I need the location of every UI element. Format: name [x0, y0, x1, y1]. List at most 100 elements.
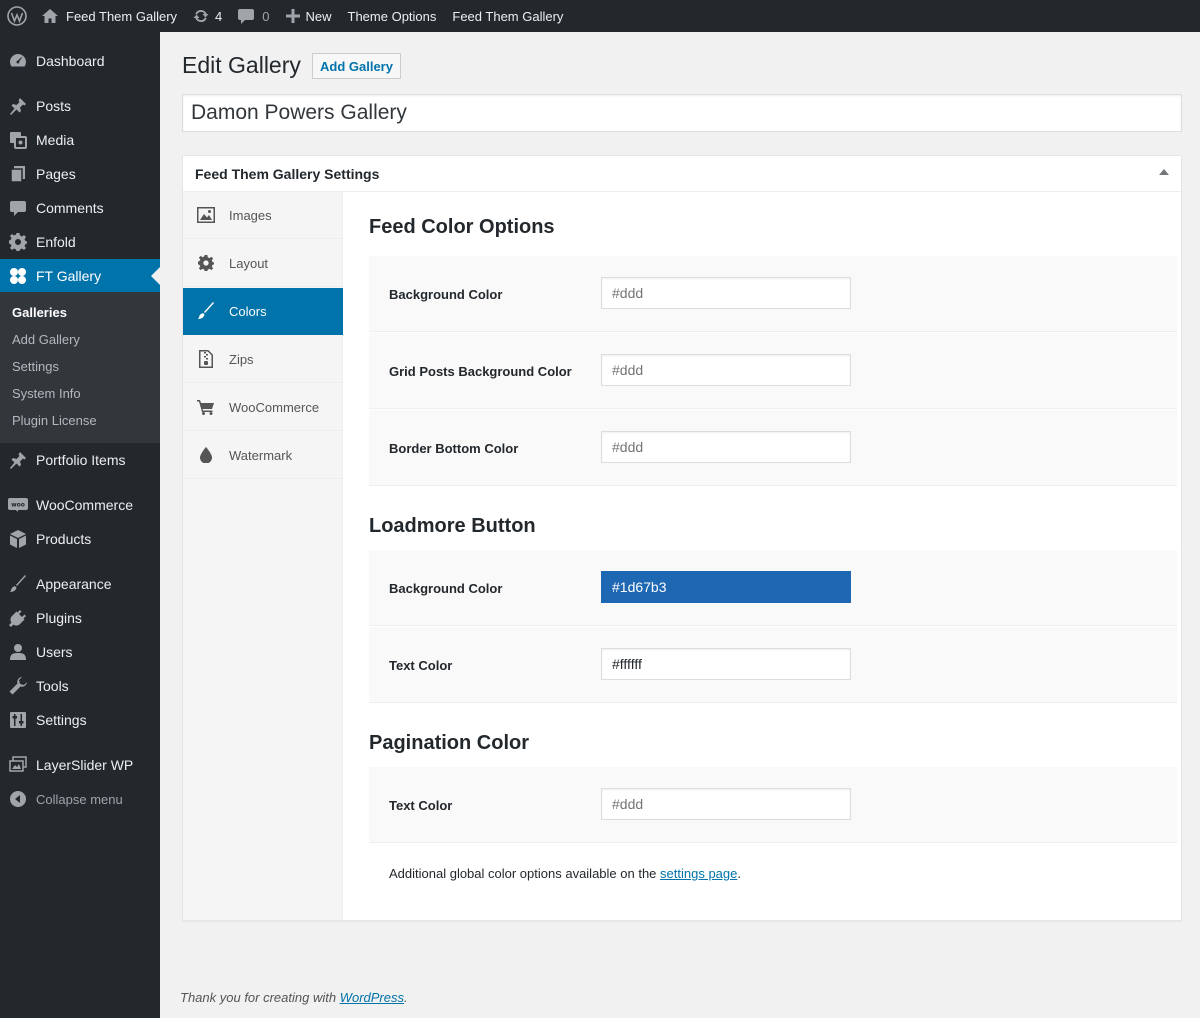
comment-bubble-icon	[238, 8, 255, 24]
collapse-label: Collapse menu	[36, 791, 123, 807]
drop-icon	[183, 447, 229, 463]
tab-label: Colors	[229, 303, 267, 319]
submenu-add-gallery[interactable]: Add Gallery	[12, 332, 80, 347]
setting-label: Background Color	[389, 286, 503, 302]
menu-pages[interactable]: Pages	[0, 157, 160, 191]
home-icon	[42, 9, 58, 23]
wordpress-link[interactable]: WordPress	[340, 990, 404, 1005]
menu-label: Plugins	[36, 610, 82, 626]
dashboard-icon	[0, 52, 36, 70]
menu-tools[interactable]: Tools	[0, 669, 160, 703]
global-color-note: Additional global color options availabl…	[389, 866, 741, 881]
box-icon	[0, 530, 36, 548]
menu-portfolio-items[interactable]: Portfolio Items	[0, 443, 160, 477]
submenu-galleries[interactable]: Galleries	[12, 305, 67, 320]
setting-label: Border Bottom Color	[389, 440, 519, 456]
wordpress-logo-icon[interactable]	[0, 0, 34, 32]
gallery-title-input[interactable]	[182, 94, 1182, 132]
border-bottom-color-input[interactable]	[601, 431, 851, 463]
tab-images[interactable]: Images	[183, 192, 343, 239]
tab-label: Layout	[229, 255, 269, 271]
menu-comments[interactable]: Comments	[0, 191, 160, 225]
setting-label: Text Color	[389, 797, 453, 813]
thanks-prefix: Thank you for creating with	[180, 990, 340, 1005]
add-gallery-button[interactable]: Add Gallery	[312, 53, 401, 79]
settings-tabs: Images Layout Colors Zips WooCommerce Wa…	[183, 192, 343, 920]
menu-label: Media	[36, 132, 75, 148]
media-icon	[0, 131, 36, 149]
setting-row-border-bottom: Border Bottom Color	[369, 410, 1177, 486]
comments-link[interactable]: 0	[230, 0, 277, 32]
menu-ft-gallery[interactable]: FT Gallery	[0, 259, 160, 293]
theme-options-link[interactable]: Theme Options	[340, 0, 445, 32]
site-name-label: Feed Them Gallery	[66, 8, 178, 24]
gallery-settings-box: Feed Them Gallery Settings Images Layout…	[182, 155, 1182, 921]
colors-panel: Feed Color Options Background Color Grid…	[369, 192, 1177, 920]
menu-enfold[interactable]: Enfold	[0, 225, 160, 259]
setting-label: Background Color	[389, 580, 503, 596]
cart-icon	[183, 399, 229, 415]
menu-dashboard[interactable]: Dashboard	[0, 44, 160, 78]
site-name-link[interactable]: Feed Them Gallery	[34, 0, 185, 32]
loadmore-background-color-input[interactable]	[601, 571, 851, 603]
submenu-plugin-license[interactable]: Plugin License	[12, 413, 97, 428]
plugin-link[interactable]: Feed Them Gallery	[444, 0, 571, 32]
pagination-text-color-input[interactable]	[601, 788, 851, 820]
setting-label: Grid Posts Background Color	[389, 363, 572, 379]
loadmore-button-title: Loadmore Button	[369, 515, 536, 537]
menu-posts[interactable]: Posts	[0, 89, 160, 123]
loadmore-text-color-input[interactable]	[601, 648, 851, 680]
plug-icon	[0, 609, 36, 627]
tab-woocommerce[interactable]: WooCommerce	[183, 384, 343, 431]
admin-sidebar: Dashboard Posts Media Pages Comments Enf…	[0, 32, 160, 1018]
tab-label: Watermark	[229, 447, 293, 463]
updates-count: 4	[215, 8, 223, 24]
menu-label: Settings	[36, 712, 87, 728]
menu-label: FT Gallery	[36, 268, 102, 284]
pin-icon	[0, 451, 36, 469]
plus-icon	[285, 9, 300, 23]
settings-box-header[interactable]: Feed Them Gallery Settings	[183, 156, 1181, 192]
tab-label: Zips	[229, 351, 254, 367]
settings-page-link[interactable]: settings page	[660, 866, 737, 881]
submenu-system-info[interactable]: System Info	[12, 386, 81, 401]
collapse-toggle-icon[interactable]	[1159, 169, 1169, 175]
updates-link[interactable]: 4	[185, 0, 230, 32]
tab-colors[interactable]: Colors	[183, 288, 343, 335]
new-content-link[interactable]: New	[278, 0, 340, 32]
collapse-arrow-icon	[0, 791, 36, 807]
setting-row-grid-posts-background: Grid Posts Background Color	[369, 333, 1177, 409]
setting-row-feed-background: Background Color	[369, 256, 1177, 332]
brush-icon	[183, 302, 229, 320]
menu-label: Dashboard	[36, 53, 105, 69]
menu-label: Pages	[36, 166, 76, 182]
menu-label: Posts	[36, 98, 72, 114]
settings-box-title: Feed Them Gallery Settings	[195, 165, 380, 182]
note-suffix: .	[737, 866, 741, 881]
menu-layerslider[interactable]: LayerSlider WP	[0, 748, 160, 782]
brush-icon	[0, 575, 36, 593]
menu-settings[interactable]: Settings	[0, 703, 160, 737]
pin-icon	[0, 97, 36, 115]
gallery-icon	[0, 267, 36, 285]
menu-plugins[interactable]: Plugins	[0, 601, 160, 635]
setting-row-loadmore-background: Background Color	[369, 550, 1177, 626]
grid-posts-background-color-input[interactable]	[601, 354, 851, 386]
tab-zips[interactable]: Zips	[183, 336, 343, 383]
comments-icon	[0, 199, 36, 217]
menu-products[interactable]: Products	[0, 522, 160, 556]
submenu-settings[interactable]: Settings	[12, 359, 59, 374]
menu-appearance[interactable]: Appearance	[0, 567, 160, 601]
tab-layout[interactable]: Layout	[183, 240, 343, 287]
menu-users[interactable]: Users	[0, 635, 160, 669]
menu-label: Appearance	[36, 576, 112, 592]
note-prefix: Additional global color options availabl…	[389, 866, 661, 881]
menu-woocommerce[interactable]: woo WooCommerce	[0, 488, 160, 522]
thanks-suffix: .	[404, 990, 408, 1005]
ft-gallery-submenu: Galleries Add Gallery Settings System In…	[0, 292, 160, 443]
collapse-menu-button[interactable]: Collapse menu	[0, 782, 160, 816]
tab-watermark[interactable]: Watermark	[183, 432, 343, 479]
setting-row-loadmore-text: Text Color	[369, 627, 1177, 703]
feed-background-color-input[interactable]	[601, 277, 851, 309]
menu-media[interactable]: Media	[0, 123, 160, 157]
